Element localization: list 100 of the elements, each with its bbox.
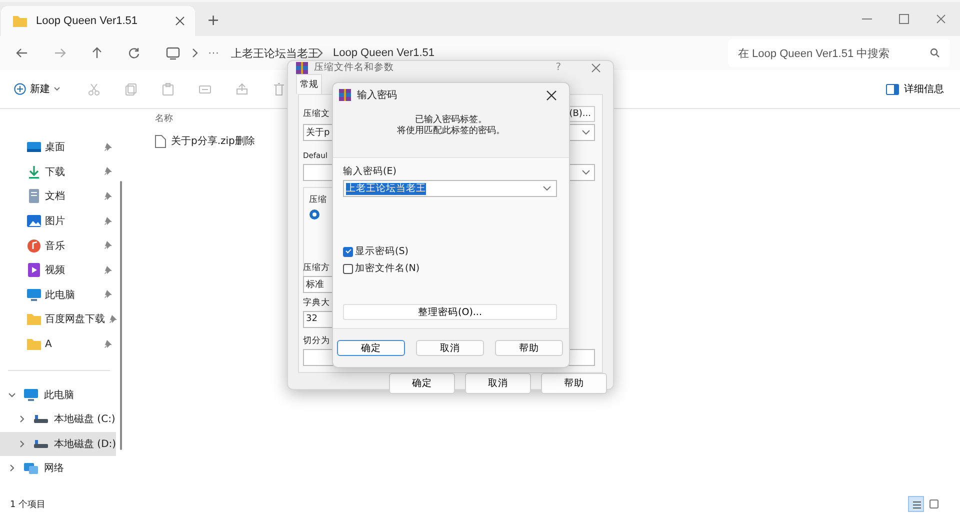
search-placeholder: 在 Loop Queen Ver1.51 中搜索 xyxy=(738,46,890,60)
checkbox[interactable] xyxy=(343,264,353,274)
tab-title: Loop Queen Ver1.51 xyxy=(36,15,139,27)
pin-icon xyxy=(104,266,112,275)
column-header[interactable]: 名称 xyxy=(155,114,173,124)
dialog-button[interactable]: 取消 xyxy=(465,373,531,394)
refresh-icon[interactable] xyxy=(128,47,140,59)
pin-icon xyxy=(109,314,117,324)
sidebar-item[interactable]: 视频 xyxy=(27,258,116,283)
field-label: 压缩方 xyxy=(303,262,330,274)
clipboard-icon[interactable] xyxy=(162,82,174,96)
close-icon[interactable] xyxy=(175,16,185,26)
search-field[interactable]: 在 Loop Queen Ver1.51 中搜索 xyxy=(728,39,950,67)
up-arrow-icon[interactable] xyxy=(92,47,102,59)
checkbox-label[interactable]: 加密文件名(N) xyxy=(355,262,420,275)
video-icon xyxy=(27,263,41,278)
dictionary-field[interactable]: 32 xyxy=(303,310,335,328)
field-label: 字典大 xyxy=(303,297,330,309)
monitor-icon xyxy=(27,288,41,302)
profile-field[interactable] xyxy=(303,164,335,180)
sidebar-item[interactable]: 百度网盘下载 xyxy=(27,307,116,332)
file-item[interactable]: 关于p分享.zip删除 xyxy=(155,130,255,152)
desktop-icon xyxy=(27,140,41,154)
sidebar-item[interactable]: 音乐 xyxy=(27,233,116,258)
chevron-down-icon xyxy=(582,170,590,174)
tree-item[interactable]: 此电脑 xyxy=(0,382,116,407)
dialog-button[interactable]: 确定 xyxy=(337,340,405,356)
pin-icon xyxy=(104,142,112,152)
back-arrow-icon[interactable] xyxy=(16,48,28,58)
split-field[interactable] xyxy=(303,348,335,366)
trash-icon[interactable] xyxy=(273,82,285,96)
folder-icon xyxy=(13,15,27,27)
close-icon[interactable] xyxy=(546,90,557,100)
panel-icon xyxy=(886,84,899,94)
network-icon xyxy=(24,461,38,476)
checkbox[interactable] xyxy=(343,246,353,256)
selected-text: 上老王论坛当老王 xyxy=(346,182,426,194)
plus-circle-icon xyxy=(14,83,26,95)
organize-button[interactable]: 整理密码(O)... xyxy=(343,304,557,320)
maximize-icon[interactable] xyxy=(899,14,909,24)
field-label: 输入密码(E) xyxy=(343,165,398,178)
details-view-button[interactable] xyxy=(908,496,924,512)
caret-icon xyxy=(54,87,60,91)
details-button[interactable]: 详细信息 xyxy=(886,82,944,96)
pin-icon xyxy=(104,167,112,176)
sidebar-item[interactable]: A xyxy=(27,332,116,356)
document-icon xyxy=(27,189,41,204)
overflow-button[interactable]: ··· xyxy=(208,47,219,59)
search-icon xyxy=(930,48,940,58)
chevron-down-icon[interactable] xyxy=(8,390,16,399)
new-tab-button[interactable]: + xyxy=(207,11,220,29)
radio-button-icon[interactable] xyxy=(309,209,320,220)
folder-icon xyxy=(27,312,41,326)
archive-name-field[interactable]: 关于p xyxy=(303,124,335,140)
download-icon xyxy=(27,164,41,179)
group-label: 压缩 xyxy=(309,194,327,206)
message-text: 已输入密码标签。 xyxy=(414,115,488,126)
pin-icon xyxy=(104,290,112,300)
password-field[interactable]: 上老王论坛当老王 xyxy=(343,180,557,197)
sidebar-item[interactable]: 图片 xyxy=(27,208,116,234)
forward-arrow-icon[interactable] xyxy=(54,48,66,58)
chevron-right-icon xyxy=(192,48,198,58)
pin-icon xyxy=(104,340,112,349)
sidebar-item[interactable]: 文档 xyxy=(27,184,116,209)
chevron-down-icon xyxy=(582,130,590,134)
chevron-right-icon xyxy=(317,48,323,58)
dialog-button[interactable]: 帮助 xyxy=(495,340,563,356)
archive-icon xyxy=(296,62,308,74)
pin-icon xyxy=(104,192,112,201)
dialog-title: 压缩文件名和参数 xyxy=(314,61,394,74)
sidebar-item[interactable]: 下载 xyxy=(27,160,116,184)
pin-icon xyxy=(104,216,112,226)
checkbox-label[interactable]: 显示密码(S) xyxy=(355,245,408,258)
breadcrumb[interactable]: Loop Queen Ver1.51 xyxy=(333,47,435,59)
item-count: 1 个项目 xyxy=(10,498,46,510)
field-label: 压缩文 xyxy=(303,108,330,120)
chevron-right-icon[interactable] xyxy=(18,440,26,448)
chevron-down-icon xyxy=(543,186,551,191)
message-text: 将使用匹配此标签的密码。 xyxy=(396,126,506,137)
music-icon xyxy=(27,238,41,253)
file-icon xyxy=(155,134,166,148)
new-button[interactable]: 新建 xyxy=(14,82,60,96)
monitor-icon xyxy=(24,388,38,402)
sidebar-item[interactable]: 桌面 xyxy=(27,135,116,160)
monitor-icon[interactable] xyxy=(166,46,180,60)
breadcrumb[interactable]: 上老王论坛当老王 xyxy=(231,46,319,60)
chevron-right-icon[interactable] xyxy=(8,464,16,472)
tree-item[interactable]: 网络 xyxy=(0,456,116,481)
scrollbar[interactable] xyxy=(120,181,122,450)
tree-item[interactable]: 本地磁盘 (D:) xyxy=(0,432,116,456)
sidebar-item[interactable]: 此电脑 xyxy=(27,282,116,308)
dialog-button[interactable]: 帮助 xyxy=(541,373,607,394)
tree-item[interactable]: 本地磁盘 (C:) xyxy=(0,406,116,432)
dialog-button[interactable]: 取消 xyxy=(416,340,484,356)
tab[interactable]: 常规 xyxy=(296,74,322,94)
pin-icon xyxy=(104,241,112,250)
chevron-right-icon[interactable] xyxy=(18,415,26,424)
tab[interactable]: Loop Queen Ver1.51 xyxy=(1,6,195,36)
dialog-button[interactable]: 确定 xyxy=(389,373,455,394)
archive-icon xyxy=(339,89,351,101)
